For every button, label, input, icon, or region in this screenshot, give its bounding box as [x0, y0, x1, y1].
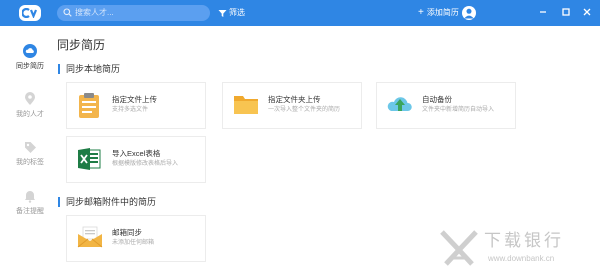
sidebar-item-sync-resume[interactable]: 同步简历: [7, 44, 53, 71]
maximize-button[interactable]: [559, 5, 573, 19]
folder-icon: [234, 96, 258, 114]
close-icon: [583, 8, 591, 16]
section-title: 同步邮箱附件中的简历: [66, 197, 157, 207]
watermark-logo: [440, 230, 478, 266]
cloud-icon: [23, 44, 37, 58]
auto-backup-card[interactable]: 自动备份 文件夹中新增简历自动导入: [376, 82, 516, 129]
minimize-icon: [540, 11, 546, 13]
watermark-title: 下载银行: [484, 231, 564, 250]
upload-folder-card[interactable]: 指定文件夹上传 一次导入整个文件夹的简历: [222, 82, 362, 129]
section-title: 同步本地简历: [66, 64, 121, 74]
app-logo: [19, 5, 41, 21]
card-title: 指定文件上传: [112, 95, 157, 104]
section-marker: [58, 64, 60, 74]
sidebar-item-label: 同步简历: [16, 63, 44, 70]
card-subtitle: 未添加任何邮箱: [112, 240, 155, 246]
search-placeholder: 搜索人才...: [75, 8, 114, 17]
card-subtitle: 一次导入整个文件夹的简历: [268, 107, 341, 113]
watermark-url: www.downbank.cn: [488, 254, 555, 263]
close-button[interactable]: [580, 5, 594, 19]
excel-icon: [78, 148, 101, 170]
minimize-button[interactable]: [536, 5, 550, 19]
import-excel-card[interactable]: 导入Excel表格 根据模版修改表格后导入: [66, 136, 206, 183]
search-icon: [63, 8, 72, 17]
email-sync-card[interactable]: 邮箱同步 未添加任何邮箱: [66, 215, 206, 262]
sidebar-item-label: 我的人才: [16, 111, 44, 118]
card-title: 导入Excel表格: [112, 149, 161, 158]
avatar[interactable]: [462, 6, 476, 20]
card-title: 自动备份: [422, 95, 452, 104]
card-subtitle: 支持多选文件: [112, 107, 149, 113]
sidebar-item-label: 备注提醒: [16, 208, 44, 215]
card-title: 指定文件夹上传: [268, 95, 321, 104]
filter-icon: [218, 9, 227, 17]
sidebar-item-my-tags[interactable]: 我的标签: [7, 141, 53, 167]
sidebar-item-my-talent[interactable]: 我的人才: [7, 92, 53, 119]
bell-icon: [25, 191, 35, 203]
card-subtitle: 根据模版修改表格后导入: [112, 161, 179, 167]
pin-icon: [25, 92, 35, 105]
section-marker: [58, 197, 60, 207]
tag-icon: [24, 142, 36, 153]
search-input[interactable]: 搜索人才...: [57, 5, 210, 21]
envelope-icon: [77, 226, 103, 248]
filter-button[interactable]: 筛选: [218, 7, 245, 19]
filter-label: 筛选: [229, 8, 245, 17]
top-bar: 搜索人才... 筛选 + 添加简历: [0, 0, 600, 26]
section-local-resumes: 同步本地简历: [58, 63, 120, 75]
plus-icon: +: [418, 7, 424, 18]
watermark: 下载银行 www.downbank.cn: [438, 226, 596, 270]
document-icon: [79, 93, 99, 118]
sidebar-item-label: 我的标签: [16, 159, 44, 166]
add-resume-button[interactable]: + 添加简历: [418, 7, 459, 19]
card-title: 邮箱同步: [112, 228, 142, 237]
sidebar-item-reminders[interactable]: 备注提醒: [7, 190, 53, 216]
upload-file-card[interactable]: 指定文件上传 支持多选文件: [66, 82, 206, 129]
card-subtitle: 文件夹中新增简历自动导入: [422, 107, 495, 113]
maximize-icon: [562, 8, 570, 16]
section-email-attachments: 同步邮箱附件中的简历: [58, 196, 156, 208]
cloud-backup-icon: [387, 97, 412, 111]
add-resume-label: 添加简历: [426, 8, 459, 17]
page-title: 同步简历: [57, 38, 106, 52]
